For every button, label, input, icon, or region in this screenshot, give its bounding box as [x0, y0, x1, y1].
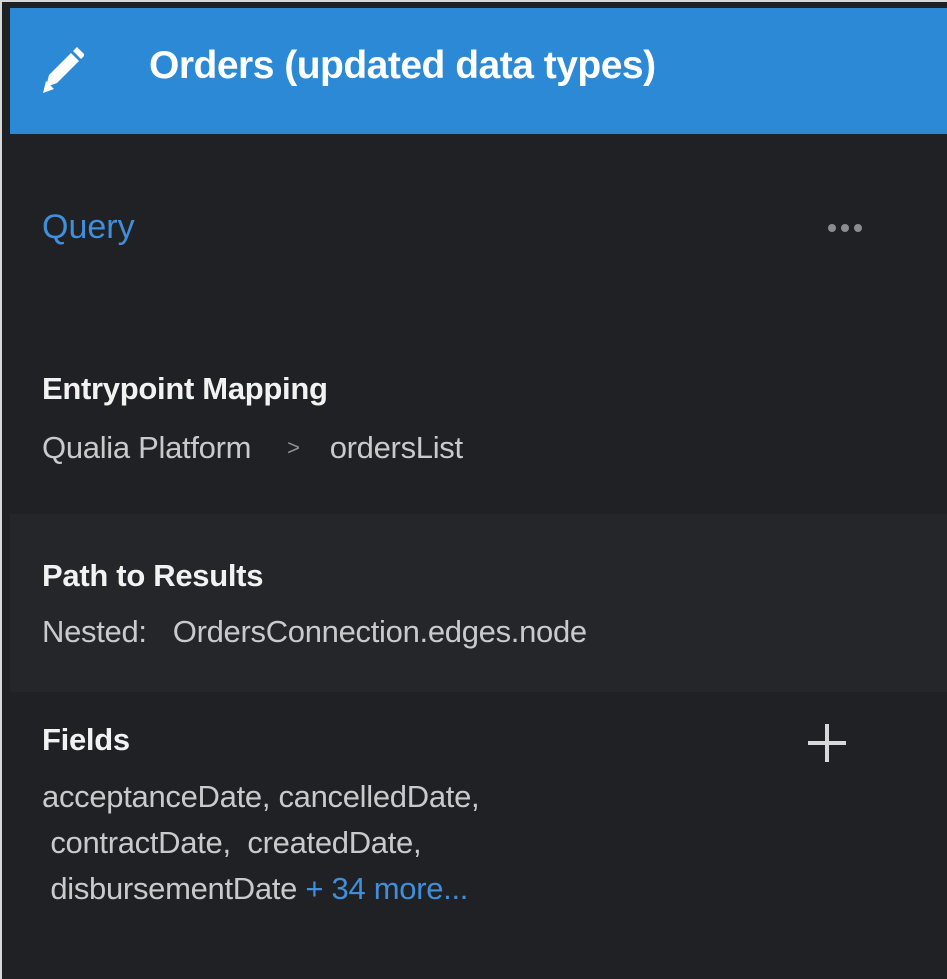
fields-list: acceptanceDate, cancelledDate, contractD… [42, 774, 480, 912]
entrypoint-section: Entrypoint Mapping Qualia Platform > ord… [10, 324, 947, 514]
more-options-icon[interactable] [828, 224, 862, 232]
panel-header: Orders (updated data types) [10, 8, 947, 134]
fields-title: Fields [42, 722, 130, 757]
entrypoint-path: Qualia Platform > ordersList [42, 430, 463, 466]
query-label[interactable]: Query [42, 208, 135, 247]
query-panel: Orders (updated data types) Query Entryp… [0, 0, 947, 979]
query-section: Query [10, 134, 947, 324]
more-fields-link[interactable]: + 34 more... [305, 871, 468, 906]
plus-icon[interactable] [804, 720, 850, 766]
entrypoint-title: Entrypoint Mapping [42, 371, 328, 406]
path-value: OrdersConnection.edges.node [172, 614, 587, 649]
page-title: Orders (updated data types) [149, 44, 656, 87]
path-to-results-title: Path to Results [42, 558, 264, 593]
fields-section: Fields acceptanceDate, cancelledDate, co… [10, 692, 947, 979]
fields-line-2: contractDate, createdDate, [42, 825, 422, 860]
path-prefix: Nested: [42, 614, 147, 649]
entrypoint-target: ordersList [329, 430, 463, 465]
entrypoint-platform: Qualia Platform [42, 430, 252, 465]
fields-line-1: acceptanceDate, cancelledDate, [42, 779, 480, 814]
path-to-results-value: Nested: OrdersConnection.edges.node [42, 614, 587, 650]
fields-line-3-text: disbursementDate [42, 871, 298, 906]
path-to-results-section: Path to Results Nested: OrdersConnection.… [10, 514, 947, 692]
pencil-icon[interactable] [40, 41, 84, 95]
chevron-right-icon: > [287, 435, 300, 460]
panel-body: Query Entrypoint Mapping Qualia Platform… [10, 134, 947, 979]
fields-line-3: disbursementDate + 34 more... [42, 866, 479, 912]
